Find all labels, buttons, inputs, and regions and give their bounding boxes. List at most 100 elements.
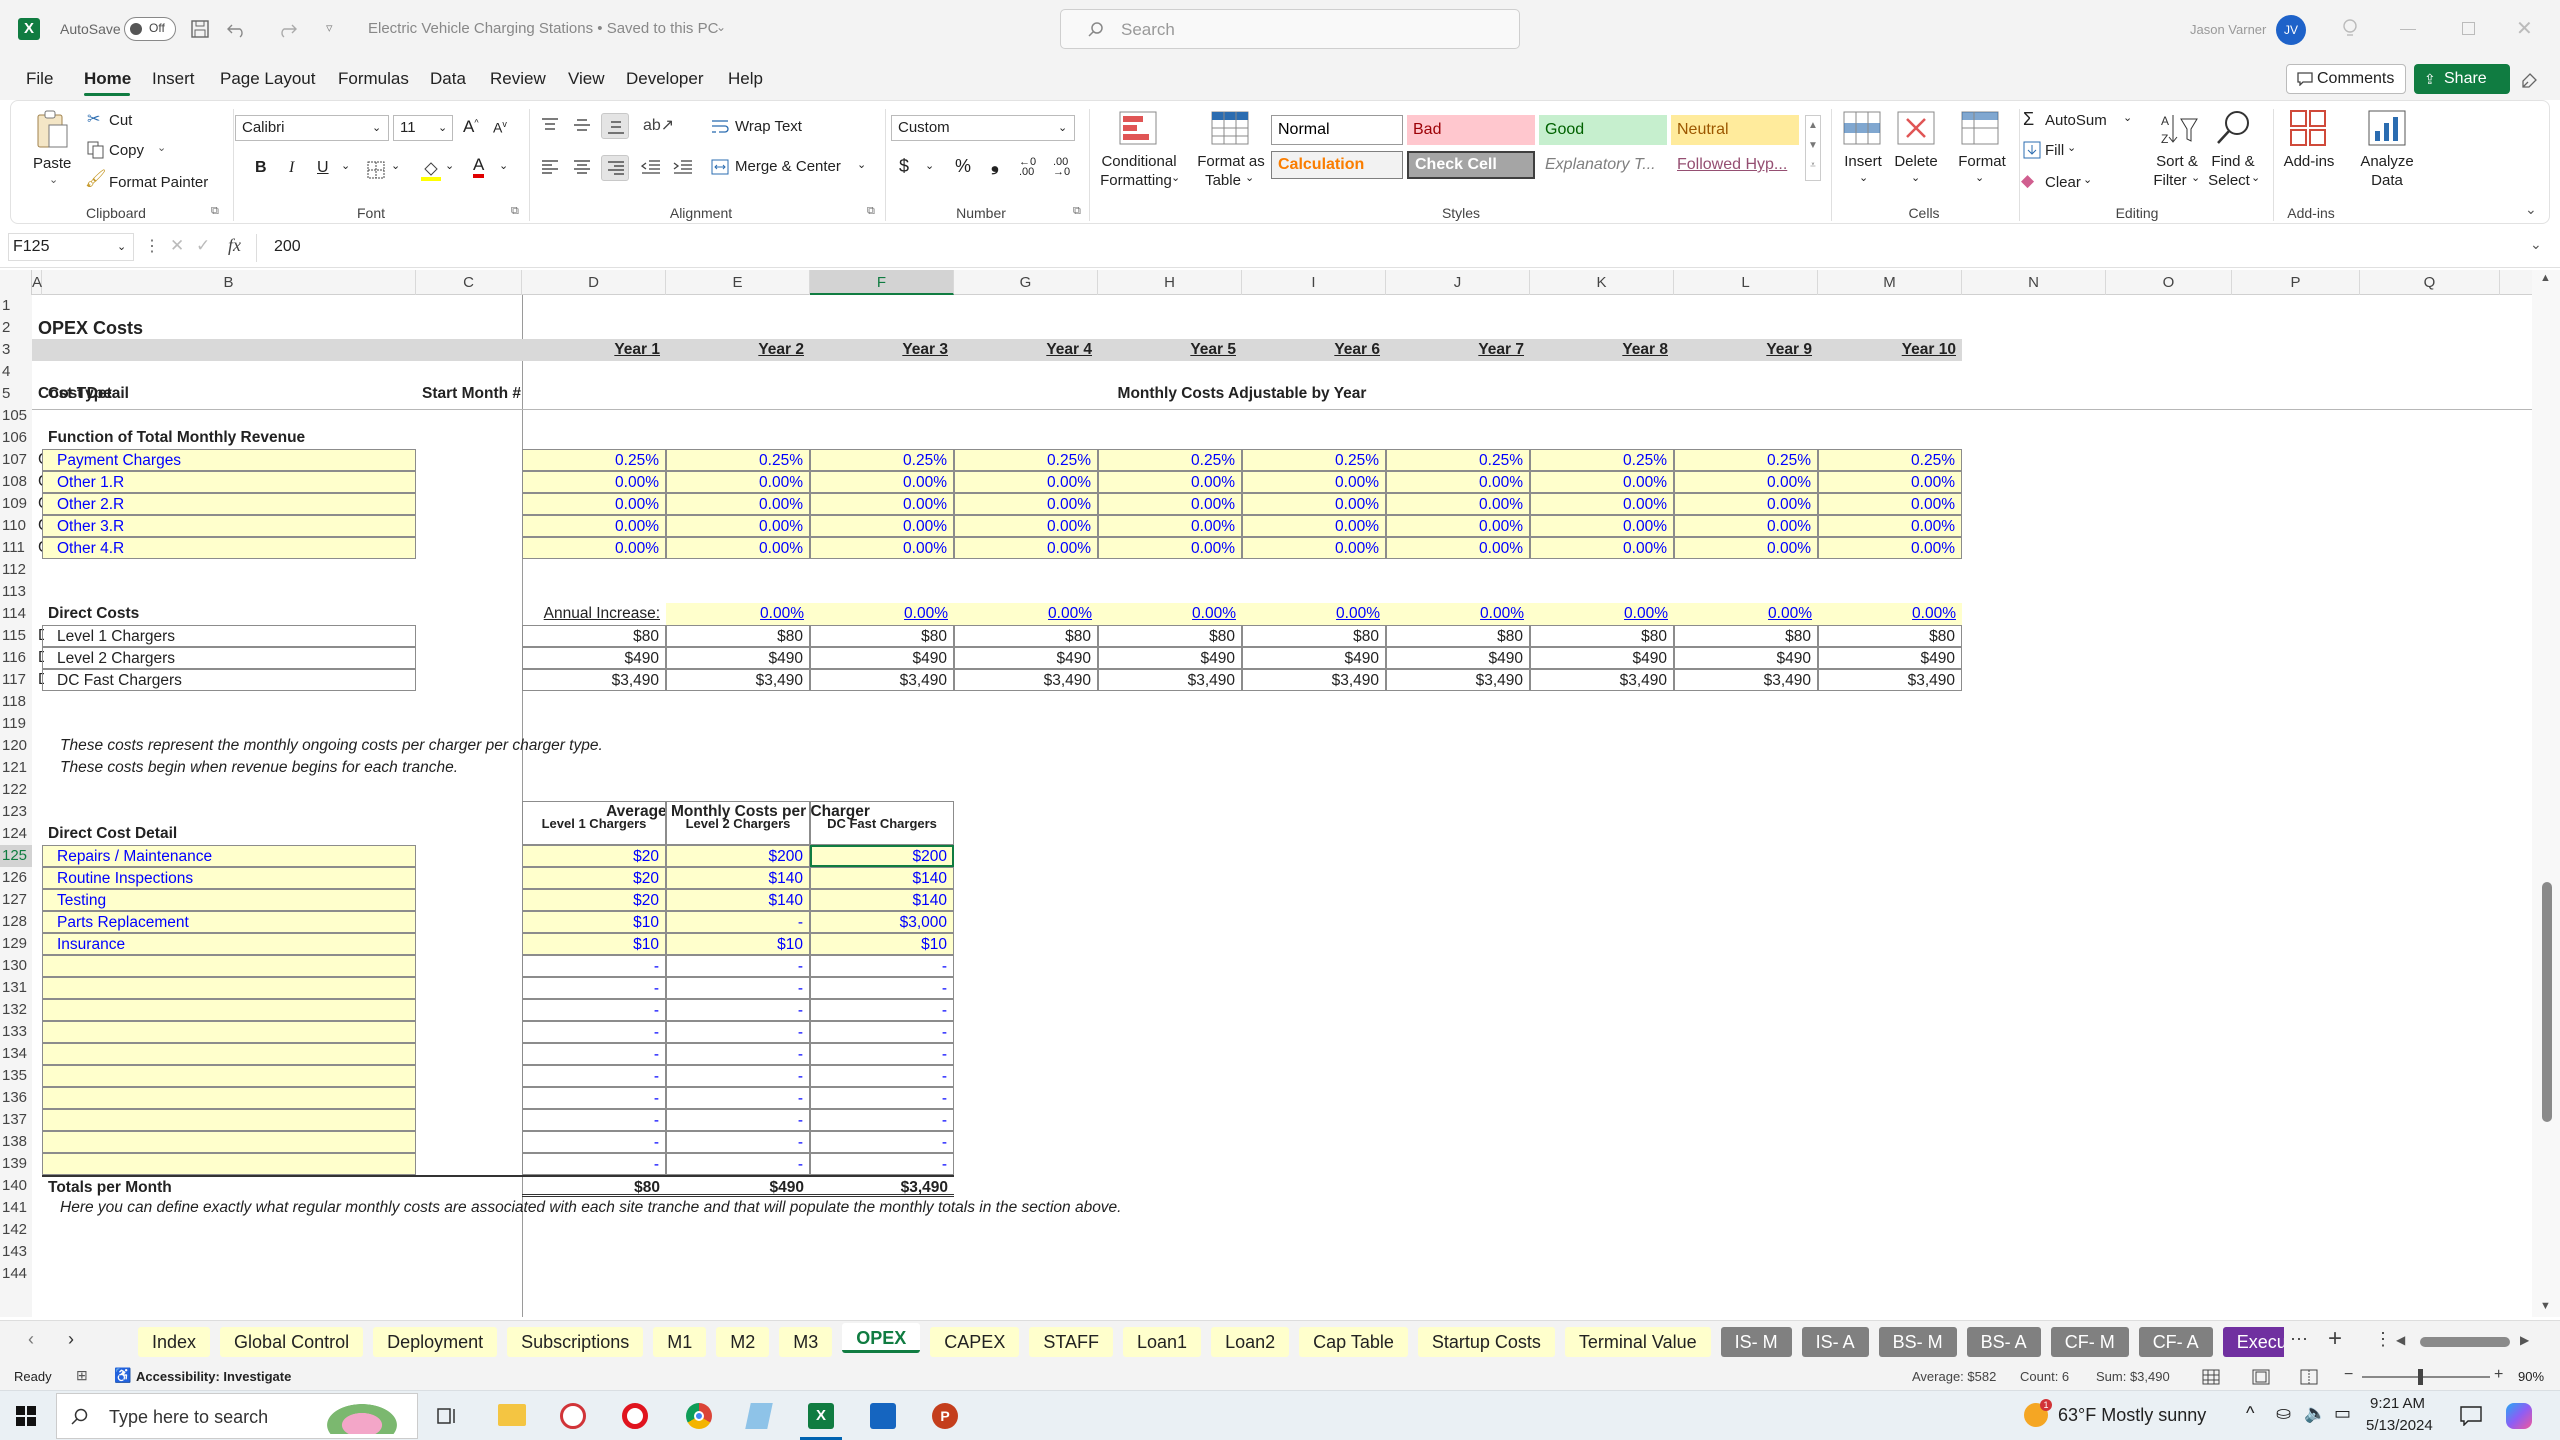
rate-cell[interactable]: 0.00% xyxy=(810,537,954,559)
file-explorer-icon[interactable] xyxy=(498,1404,526,1426)
row-header-115[interactable]: 115 xyxy=(0,625,32,647)
network-icon[interactable]: ⛀ xyxy=(2276,1403,2291,1424)
copilot-icon[interactable] xyxy=(2506,1403,2532,1429)
rate-cell[interactable]: 0.00% xyxy=(810,471,954,493)
rate-cell[interactable]: 0.00% xyxy=(1674,515,1818,537)
sheet-tab[interactable]: Index xyxy=(138,1327,211,1357)
column-header-c[interactable]: C xyxy=(416,270,522,295)
increase-font-icon[interactable]: A^ xyxy=(463,117,479,137)
sheet-tab[interactable]: Deployment xyxy=(373,1327,498,1357)
row-header-114[interactable]: 114 xyxy=(0,603,32,625)
direct-cost-cell[interactable]: $3,490 xyxy=(1530,669,1674,691)
rate-cell[interactable]: 0.00% xyxy=(1386,471,1530,493)
sort-filter-label1[interactable]: Sort & xyxy=(2149,153,2205,170)
rate-cell[interactable]: 0.00% xyxy=(1098,515,1242,537)
expand-formula-icon[interactable]: ⌄ xyxy=(2530,236,2542,253)
row-header-122[interactable]: 122 xyxy=(0,779,32,801)
direct-cost-cell[interactable]: $80 xyxy=(1098,625,1242,647)
detail-cost-cell[interactable]: - xyxy=(810,1087,954,1109)
row-header-113[interactable]: 113 xyxy=(0,581,32,603)
rate-cell[interactable]: 0.25% xyxy=(1242,449,1386,471)
detail-cost-cell[interactable]: - xyxy=(666,911,810,933)
row-header-105[interactable]: 105 xyxy=(0,405,32,427)
detail-cost-cell[interactable]: $140 xyxy=(666,867,810,889)
direct-cost-cell[interactable]: $490 xyxy=(522,647,666,669)
rate-cell[interactable]: 0.25% xyxy=(1530,449,1674,471)
conditional-formatting-label1[interactable]: Conditional xyxy=(1097,153,1181,170)
zoom-slider[interactable] xyxy=(2362,1369,2490,1385)
rate-cell[interactable]: 0.00% xyxy=(1098,471,1242,493)
detail-name-cell[interactable] xyxy=(42,1021,416,1043)
font-color-icon[interactable]: A xyxy=(473,156,485,178)
rate-cell[interactable]: 0.00% xyxy=(1242,493,1386,515)
detail-cost-cell[interactable]: - xyxy=(666,1109,810,1131)
scroll-thumb[interactable] xyxy=(2542,882,2552,1122)
totals-spacer[interactable] xyxy=(416,1175,522,1197)
notepad-icon[interactable] xyxy=(745,1403,773,1429)
year-header[interactable]: Year 1 xyxy=(522,339,666,361)
align-bottom-button[interactable] xyxy=(601,113,629,139)
clear-chevron-icon[interactable]: ⌄ xyxy=(2083,173,2092,186)
name-box[interactable]: F125 ⌄ xyxy=(8,233,134,261)
direct-cost-cell[interactable]: $80 xyxy=(1674,625,1818,647)
rate-cell[interactable]: 0.00% xyxy=(1674,493,1818,515)
sheet-tab[interactable]: M1 xyxy=(653,1327,707,1357)
menu-view[interactable]: View xyxy=(568,69,605,89)
zoom-slider-thumb[interactable] xyxy=(2418,1369,2423,1385)
rate-cell[interactable]: 0.00% xyxy=(1818,493,1962,515)
direct-cost-cell[interactable]: $3,490 xyxy=(810,669,954,691)
rate-cell[interactable]: 0.00% xyxy=(666,471,810,493)
font-name-select[interactable]: Calibri ⌄ xyxy=(235,115,389,141)
year-header[interactable]: Year 5 xyxy=(1098,339,1242,361)
cost-detail-cell[interactable]: Other 1.R xyxy=(42,471,416,493)
accessibility-status[interactable]: Accessibility: Investigate xyxy=(136,1369,291,1384)
conditional-formatting-label2[interactable]: Formatting xyxy=(1097,172,1175,189)
borders-icon[interactable] xyxy=(367,161,385,179)
detail-cost-cell[interactable]: - xyxy=(810,977,954,999)
worksheet-grid[interactable]: OPEX Costs Year 1 Year 2 Year 3 Year 4 Year 5… xyxy=(32,295,2532,1317)
rate-cell[interactable]: 0.25% xyxy=(1674,449,1818,471)
annual-increase-cell[interactable]: 0.00% xyxy=(1242,603,1386,625)
rate-cell[interactable]: 0.00% xyxy=(522,537,666,559)
rate-cell[interactable]: 0.00% xyxy=(1530,515,1674,537)
column-header-g[interactable]: G xyxy=(954,270,1098,295)
sheet-tab[interactable]: Startup Costs xyxy=(1417,1327,1555,1357)
column-header-i[interactable]: I xyxy=(1242,270,1386,295)
taskbar-search[interactable]: Type here to search xyxy=(56,1393,418,1439)
row-header-132[interactable]: 132 xyxy=(0,999,32,1021)
row-header-5[interactable]: 5 xyxy=(0,383,32,405)
vertical-scrollbar[interactable]: ▲ ▼ xyxy=(2532,270,2560,1317)
column-header-h[interactable]: H xyxy=(1098,270,1242,295)
style-calculation[interactable]: Calculation xyxy=(1271,151,1403,179)
number-format-select[interactable]: Custom ⌄ xyxy=(891,115,1075,141)
total-cell[interactable]: $490 xyxy=(666,1175,810,1197)
direct-cost-cell[interactable]: $490 xyxy=(810,647,954,669)
detail-cost-cell[interactable]: - xyxy=(666,1131,810,1153)
detail-cost-cell[interactable]: $200 xyxy=(810,845,954,867)
annual-increase-cell[interactable]: 0.00% xyxy=(1674,603,1818,625)
detail-name-cell[interactable] xyxy=(42,1087,416,1109)
zoom-out-icon[interactable]: − xyxy=(2344,1366,2353,1384)
detail-cost-cell[interactable]: - xyxy=(666,1043,810,1065)
align-right-button[interactable] xyxy=(601,155,629,181)
format-cells-label[interactable]: Format xyxy=(1955,153,2009,170)
sheet-tab[interactable]: BS- M xyxy=(1878,1327,1957,1357)
row-header-143[interactable]: 143 xyxy=(0,1241,32,1263)
page-layout-view-icon[interactable] xyxy=(2252,1369,2270,1385)
align-middle-icon[interactable] xyxy=(573,117,591,133)
detail-name-cell[interactable]: Insurance xyxy=(42,933,416,955)
rate-cell[interactable]: 0.00% xyxy=(1386,493,1530,515)
sheet-tab[interactable]: M3 xyxy=(779,1327,833,1357)
percent-icon[interactable]: % xyxy=(955,156,971,177)
row-header-137[interactable]: 137 xyxy=(0,1109,32,1131)
font-launcher-icon[interactable]: ⧉ xyxy=(511,205,519,218)
windows-start-icon[interactable] xyxy=(16,1406,36,1426)
detail-cost-cell[interactable]: - xyxy=(522,1087,666,1109)
battery-icon[interactable]: ▭ xyxy=(2334,1403,2351,1424)
year-header[interactable]: Year 9 xyxy=(1674,339,1818,361)
direct-cost-cell[interactable]: $490 xyxy=(954,647,1098,669)
row-header-4[interactable]: 4 xyxy=(0,361,32,383)
style-check-cell[interactable]: Check Cell xyxy=(1407,151,1535,179)
paste-icon[interactable] xyxy=(35,109,69,151)
row-header-133[interactable]: 133 xyxy=(0,1021,32,1043)
